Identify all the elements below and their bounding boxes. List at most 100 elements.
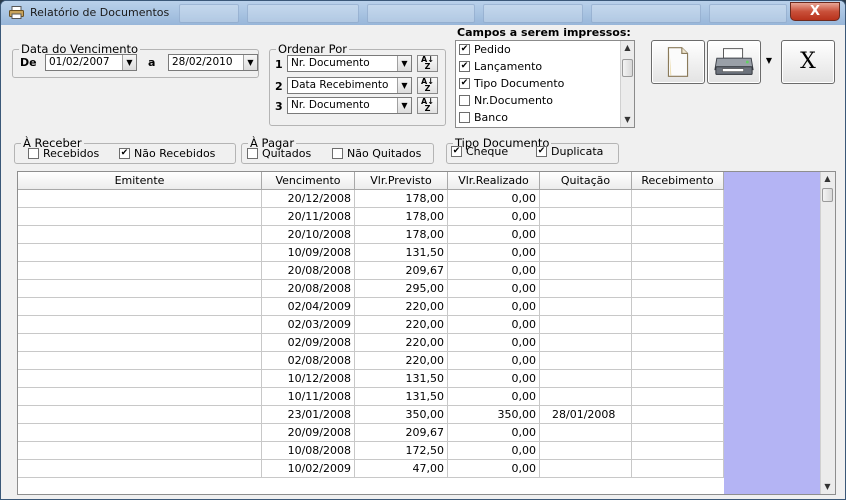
- cell-vlr-previsto[interactable]: 131,50: [355, 388, 448, 406]
- table-row[interactable]: 02/08/2008 220,00 0,00: [18, 352, 724, 370]
- cell-quitacao[interactable]: [540, 352, 632, 370]
- cell-recebimento[interactable]: [632, 460, 724, 478]
- cell-vlr-previsto[interactable]: 131,50: [355, 244, 448, 262]
- nao-recebidos-checkbox[interactable]: ✔ Não Recebidos: [119, 147, 215, 160]
- scroll-thumb[interactable]: [622, 59, 633, 77]
- nao-quitados-checkbox[interactable]: Não Quitados: [332, 147, 421, 160]
- table-row[interactable]: 02/03/2009 220,00 0,00: [18, 316, 724, 334]
- grid-scrollbar[interactable]: ▲ ▼: [820, 172, 835, 494]
- cell-vencimento[interactable]: 10/11/2008: [262, 388, 355, 406]
- empty-checkbox-icon[interactable]: [28, 148, 39, 159]
- cell-recebimento[interactable]: [632, 370, 724, 388]
- cell-vlr-previsto[interactable]: 172,50: [355, 442, 448, 460]
- cell-vlr-realizado[interactable]: 0,00: [448, 460, 540, 478]
- scroll-down-icon[interactable]: ▼: [621, 113, 634, 127]
- cell-quitacao[interactable]: [540, 370, 632, 388]
- print-button[interactable]: [707, 40, 761, 84]
- cell-quitacao[interactable]: [540, 298, 632, 316]
- cell-quitacao[interactable]: [540, 244, 632, 262]
- cell-recebimento[interactable]: [632, 298, 724, 316]
- cell-vlr-previsto[interactable]: 178,00: [355, 226, 448, 244]
- col-header-vlr-realizado[interactable]: Vlr.Realizado: [448, 172, 540, 190]
- cell-vlr-realizado[interactable]: 0,00: [448, 190, 540, 208]
- table-row[interactable]: 20/09/2008 209,67 0,00: [18, 424, 724, 442]
- table-row[interactable]: 20/08/2008 295,00 0,00: [18, 280, 724, 298]
- cell-quitacao[interactable]: [540, 208, 632, 226]
- order-3-select[interactable]: Nr. Documento ▼: [287, 97, 412, 114]
- cell-vencimento[interactable]: 20/08/2008: [262, 280, 355, 298]
- cell-vlr-realizado[interactable]: 0,00: [448, 244, 540, 262]
- cell-vencimento[interactable]: 10/09/2008: [262, 244, 355, 262]
- quitados-checkbox[interactable]: Quitados: [247, 147, 311, 160]
- cell-recebimento[interactable]: [632, 262, 724, 280]
- cell-vencimento[interactable]: 02/04/2009: [262, 298, 355, 316]
- cell-emitente[interactable]: [18, 244, 262, 262]
- cell-quitacao[interactable]: [540, 334, 632, 352]
- cell-vlr-realizado[interactable]: 0,00: [448, 298, 540, 316]
- order-1-select[interactable]: Nr. Documento ▼: [287, 55, 412, 72]
- cell-vlr-previsto[interactable]: 178,00: [355, 190, 448, 208]
- sort-az-button[interactable]: A↓ Z: [417, 77, 438, 94]
- cell-recebimento[interactable]: [632, 190, 724, 208]
- col-header-quitacao[interactable]: Quitação: [540, 172, 632, 190]
- cell-emitente[interactable]: [18, 388, 262, 406]
- empty-checkbox-icon[interactable]: [459, 112, 470, 123]
- cell-vencimento[interactable]: 20/09/2008: [262, 424, 355, 442]
- cell-quitacao[interactable]: 28/01/2008: [540, 406, 632, 424]
- sort-az-button[interactable]: A↓ Z: [417, 97, 438, 114]
- cell-vlr-realizado[interactable]: 0,00: [448, 208, 540, 226]
- cheque-checkbox[interactable]: ✔ Cheque: [451, 145, 508, 158]
- cell-emitente[interactable]: [18, 334, 262, 352]
- cell-recebimento[interactable]: [632, 316, 724, 334]
- cell-quitacao[interactable]: [540, 460, 632, 478]
- cell-vlr-previsto[interactable]: 295,00: [355, 280, 448, 298]
- cell-vlr-realizado[interactable]: 0,00: [448, 442, 540, 460]
- cell-recebimento[interactable]: [632, 244, 724, 262]
- cell-vencimento[interactable]: 02/08/2008: [262, 352, 355, 370]
- table-row[interactable]: 02/09/2008 220,00 0,00: [18, 334, 724, 352]
- cell-recebimento[interactable]: [632, 442, 724, 460]
- scroll-up-icon[interactable]: ▲: [621, 41, 634, 55]
- cell-vencimento[interactable]: 20/12/2008: [262, 190, 355, 208]
- cell-vlr-previsto[interactable]: 131,50: [355, 370, 448, 388]
- order-2-select[interactable]: Data Recebimento ▼: [287, 77, 412, 94]
- cell-emitente[interactable]: [18, 190, 262, 208]
- cell-recebimento[interactable]: [632, 226, 724, 244]
- cell-vlr-previsto[interactable]: 220,00: [355, 334, 448, 352]
- cell-emitente[interactable]: [18, 442, 262, 460]
- table-row[interactable]: 10/02/2009 47,00 0,00: [18, 460, 724, 478]
- empty-checkbox-icon[interactable]: [459, 95, 470, 106]
- cell-emitente[interactable]: [18, 352, 262, 370]
- col-header-emitente[interactable]: Emitente: [18, 172, 262, 190]
- cell-emitente[interactable]: [18, 460, 262, 478]
- cell-quitacao[interactable]: [540, 316, 632, 334]
- cell-quitacao[interactable]: [540, 262, 632, 280]
- cell-vencimento[interactable]: 02/09/2008: [262, 334, 355, 352]
- campo-banco-checkbox[interactable]: Banco: [459, 111, 508, 124]
- cell-vencimento[interactable]: 20/11/2008: [262, 208, 355, 226]
- date-from-picker[interactable]: 01/02/2007 ▼: [45, 54, 137, 71]
- table-row[interactable]: 10/12/2008 131,50 0,00: [18, 370, 724, 388]
- recebidos-checkbox[interactable]: Recebidos: [28, 147, 99, 160]
- table-row[interactable]: 10/08/2008 172,50 0,00: [18, 442, 724, 460]
- cell-recebimento[interactable]: [632, 388, 724, 406]
- cell-vlr-realizado[interactable]: 0,00: [448, 424, 540, 442]
- table-row[interactable]: 23/01/2008 350,00 350,00 28/01/2008: [18, 406, 724, 424]
- checkmark-icon[interactable]: ✔: [451, 146, 462, 157]
- cell-quitacao[interactable]: [540, 424, 632, 442]
- cell-vlr-previsto[interactable]: 220,00: [355, 298, 448, 316]
- cell-vlr-realizado[interactable]: 0,00: [448, 388, 540, 406]
- cell-recebimento[interactable]: [632, 406, 724, 424]
- scroll-down-icon[interactable]: ▼: [821, 480, 834, 494]
- duplicata-checkbox[interactable]: ✔ Duplicata: [536, 145, 603, 158]
- table-row[interactable]: 20/10/2008 178,00 0,00: [18, 226, 724, 244]
- cell-vlr-previsto[interactable]: 350,00: [355, 406, 448, 424]
- table-row[interactable]: 10/09/2008 131,50 0,00: [18, 244, 724, 262]
- checkmark-icon[interactable]: ✔: [459, 44, 470, 55]
- cell-vencimento[interactable]: 02/03/2009: [262, 316, 355, 334]
- col-header-vencimento[interactable]: Vencimento: [262, 172, 355, 190]
- cell-vlr-previsto[interactable]: 178,00: [355, 208, 448, 226]
- campo-pedido-checkbox[interactable]: ✔ Pedido: [459, 43, 511, 56]
- print-options-chevron-icon[interactable]: ▼: [763, 53, 775, 69]
- cell-quitacao[interactable]: [540, 226, 632, 244]
